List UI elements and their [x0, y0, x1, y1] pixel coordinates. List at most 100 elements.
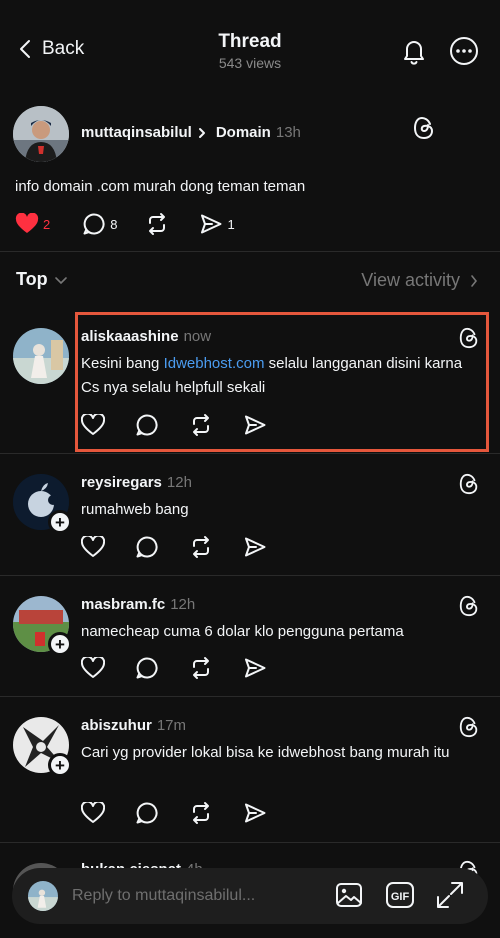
post-actions: 2 8 1	[15, 212, 235, 236]
reply-time: 17m	[156, 717, 187, 734]
view-activity-link[interactable]: View activity	[361, 270, 478, 291]
avatar[interactable]	[13, 328, 69, 384]
notifications-button[interactable]	[399, 36, 429, 66]
like-button[interactable]	[81, 802, 105, 824]
heart-icon	[15, 213, 39, 233]
more-icon	[450, 37, 478, 65]
reply-text: Cari yg provider lokal bisa ke idwebhost…	[81, 744, 450, 761]
avatar[interactable]	[13, 106, 69, 162]
repost-button[interactable]	[145, 212, 169, 236]
comment-icon	[83, 213, 105, 235]
like-button[interactable]	[81, 657, 105, 679]
share-button[interactable]	[243, 656, 267, 680]
share-count: 1	[227, 216, 235, 232]
share-button[interactable]	[243, 801, 267, 825]
repost-button[interactable]	[189, 413, 213, 437]
reply-link[interactable]: Idwebhost.com	[164, 355, 265, 372]
comment-icon	[136, 657, 158, 679]
attach-image-button[interactable]	[334, 880, 364, 910]
reply-item: + reysiregars 12h rumahweb bang	[0, 454, 500, 576]
share-icon	[201, 214, 222, 234]
reply-username[interactable]: aliskaaashine	[81, 328, 179, 345]
original-post: muttaqinsabilul Domain 13h info domain .…	[0, 100, 500, 252]
sort-dropdown[interactable]: Top	[16, 269, 68, 290]
threads-logo-icon[interactable]	[458, 715, 480, 739]
like-count: 2	[43, 216, 51, 232]
comment-button[interactable]	[135, 656, 159, 680]
reply-actions	[81, 656, 267, 680]
post-topic[interactable]: Domain	[216, 124, 271, 141]
reply-text-part: Kesini bang	[81, 355, 164, 372]
expand-button[interactable]	[435, 880, 465, 910]
reply-time: 12h	[166, 474, 192, 491]
threads-logo-icon[interactable]	[458, 472, 480, 496]
post-text: info domain .com murah dong teman teman	[15, 178, 306, 195]
reply-username[interactable]: masbram.fc	[81, 596, 165, 613]
like-button[interactable]: 2	[15, 213, 50, 235]
heart-icon	[81, 536, 105, 557]
post-time: 13h	[275, 124, 301, 141]
post-meta: muttaqinsabilul Domain 13h	[81, 124, 301, 141]
like-button[interactable]	[81, 536, 105, 558]
gif-icon: GIF	[386, 882, 414, 908]
follow-button[interactable]: +	[48, 510, 72, 534]
comment-button[interactable]	[135, 801, 159, 825]
chevron-down-icon	[54, 276, 67, 284]
repost-icon	[193, 657, 209, 679]
reply-item: + abiszuhur 17m Cari yg provider lokal b…	[0, 697, 500, 843]
follow-button[interactable]: +	[48, 753, 72, 777]
share-button[interactable]	[243, 535, 267, 559]
avatar	[28, 881, 58, 911]
share-icon	[245, 537, 266, 557]
repost-icon	[193, 414, 209, 436]
chevron-right-icon	[198, 127, 205, 138]
reply-header: reysiregars 12h	[81, 474, 192, 491]
reply-actions	[81, 535, 267, 559]
reply-header: abiszuhur 17m	[81, 717, 186, 734]
share-button[interactable]: 1	[199, 212, 235, 236]
share-button[interactable]	[243, 413, 267, 437]
follow-button[interactable]: +	[48, 632, 72, 656]
repost-button[interactable]	[189, 535, 213, 559]
comment-button[interactable]	[135, 535, 159, 559]
more-options-button[interactable]	[449, 36, 479, 66]
heart-icon	[81, 414, 105, 435]
sort-label: Top	[16, 269, 48, 289]
heart-icon	[81, 802, 105, 823]
share-icon	[245, 415, 266, 435]
chevron-right-icon	[471, 274, 478, 287]
comment-button[interactable]	[135, 413, 159, 437]
reply-time: 12h	[170, 596, 196, 613]
threads-logo-icon[interactable]	[458, 594, 480, 618]
repost-button[interactable]	[189, 656, 213, 680]
reply-text: namecheap cuma 6 dolar klo pengguna pert…	[81, 623, 404, 640]
reply-input[interactable]	[72, 882, 330, 910]
post-username[interactable]: muttaqinsabilul	[81, 124, 192, 141]
bell-icon	[404, 41, 424, 65]
threads-logo-icon[interactable]	[412, 115, 436, 141]
threads-logo-icon[interactable]	[458, 326, 480, 350]
reply-time: now	[183, 328, 212, 345]
like-button[interactable]	[81, 414, 105, 436]
reply-username[interactable]: abiszuhur	[81, 717, 152, 734]
reply-item: aliskaaashine now Kesini bang Idwebhost.…	[0, 308, 500, 454]
repost-icon	[149, 213, 166, 235]
expand-icon	[437, 882, 463, 908]
comment-button[interactable]: 8	[82, 212, 117, 236]
reply-username[interactable]: reysiregars	[81, 474, 162, 491]
comment-icon	[136, 414, 158, 436]
gif-button[interactable]: GIF	[385, 880, 415, 910]
comment-icon	[136, 802, 158, 824]
reply-header: masbram.fc 12h	[81, 596, 195, 613]
heart-icon	[81, 657, 105, 678]
header: Back Thread 543 views	[0, 0, 500, 92]
repost-button[interactable]	[189, 801, 213, 825]
reply-actions	[81, 413, 267, 437]
reply-composer: GIF	[12, 868, 488, 924]
reply-header: aliskaaashine now	[81, 328, 211, 345]
reply-text: Kesini bang Idwebhost.com selalu langgan…	[81, 352, 481, 400]
repost-icon	[193, 536, 209, 558]
sort-bar: Top View activity	[0, 252, 500, 308]
image-icon	[336, 883, 362, 907]
comment-count: 8	[110, 216, 118, 232]
